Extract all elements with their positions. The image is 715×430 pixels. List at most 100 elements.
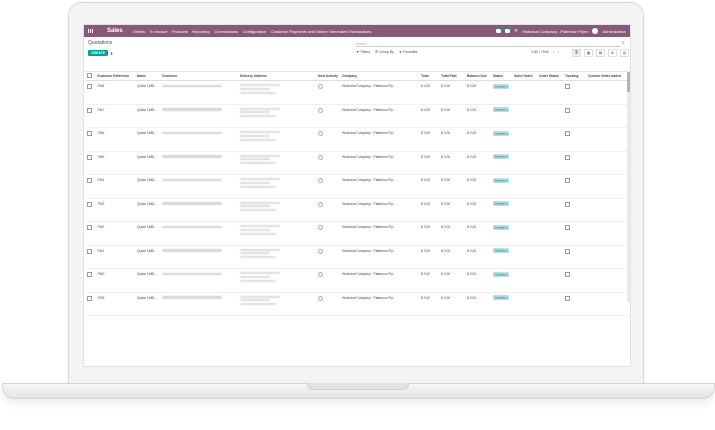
table-row[interactable]: 7941 Quote 1682... Historical Company - Pa…	[86, 245, 628, 269]
cell-next-activity[interactable]	[317, 198, 341, 222]
cell-delivery-blurred	[239, 268, 317, 293]
groupby-button[interactable]: ☰ Group By	[375, 50, 394, 54]
menu-orders[interactable]: Orders	[133, 29, 145, 34]
menu-commissions[interactable]: Commissions	[214, 29, 238, 34]
header-customer[interactable]: Customer	[161, 72, 239, 81]
scrollbar-thumb[interactable]	[627, 72, 630, 92]
pager-value[interactable]: 1-80 / 7949	[531, 50, 549, 54]
table-row[interactable]: 7943 Quote 1682... Historical Company - Pa…	[86, 198, 628, 222]
table-row[interactable]: 7947 Quote 1682... Historical Company - Pa…	[86, 104, 628, 128]
cell-next-activity[interactable]	[317, 245, 341, 269]
chat-icon[interactable]	[495, 27, 503, 33]
cell-next-activity[interactable]	[317, 151, 341, 175]
pager-prev-icon[interactable]: ‹	[553, 50, 554, 54]
search-input[interactable]: Search...	[356, 41, 620, 47]
favorites-button[interactable]: ★ Favorites	[399, 50, 418, 54]
table-row[interactable]: 7948 Quote 1682... Historical Company - Pa…	[86, 80, 628, 105]
cell-total-paid: $ 0.00	[440, 151, 466, 175]
cell-ref: 7943	[96, 198, 136, 222]
header-balance-due[interactable]: Balance Due	[466, 72, 492, 81]
cell-next-activity[interactable]	[317, 127, 341, 152]
cell-status: Quotation	[492, 268, 513, 293]
row-checkbox[interactable]	[86, 221, 96, 246]
header-status[interactable]: Status	[492, 72, 513, 81]
header-tracking[interactable]: Tracking	[564, 72, 587, 81]
row-checkbox[interactable]	[86, 245, 96, 269]
select-all-checkbox[interactable]	[86, 72, 96, 81]
graph-view-icon[interactable]: ▥	[620, 49, 629, 57]
table-row[interactable]: 7946 Quote 1682... Historical Company - Pa…	[86, 127, 628, 152]
cell-customer-blurred	[161, 268, 239, 293]
table-row[interactable]: 7942 Quote 1682... Historical Company - Pa…	[86, 221, 628, 246]
table-row[interactable]: 7939 Quote 1682... Historical Company - Pa…	[86, 292, 628, 316]
cell-total-paid: $ 0.00	[440, 174, 466, 199]
company-switcher[interactable]: Historical Company - Patterson Flynn	[522, 29, 588, 34]
cell-status: Quotation	[492, 104, 513, 128]
menu-products[interactable]: Products	[172, 29, 188, 34]
activity-icon[interactable]	[504, 27, 512, 33]
calendar-view-icon[interactable]: ▤	[596, 49, 605, 57]
kanban-view-icon[interactable]: ▦	[584, 49, 593, 57]
row-checkbox[interactable]	[86, 104, 96, 128]
list-view-icon[interactable]: ≣	[572, 49, 581, 57]
menu-reporting[interactable]: Reporting	[192, 29, 209, 34]
app-name[interactable]: Sales	[107, 28, 123, 34]
create-button[interactable]: CREATE	[88, 50, 109, 56]
table-row[interactable]: 7940 Quote 1682... Historical Company - Pa…	[86, 268, 628, 293]
user-menu[interactable]: Administrator	[602, 29, 626, 34]
row-checkbox[interactable]	[86, 127, 96, 152]
apps-menu-icon[interactable]	[88, 28, 93, 34]
row-checkbox[interactable]	[86, 198, 96, 222]
header-company[interactable]: Company	[341, 72, 420, 81]
cell-next-activity[interactable]	[317, 221, 341, 246]
cell-balance-due: $ 0.00	[466, 198, 492, 222]
status-badge: Quotation	[493, 201, 510, 206]
cell-total-paid: $ 0.00	[440, 268, 466, 293]
row-checkbox[interactable]	[86, 292, 96, 316]
cell-status: Quotation	[492, 292, 513, 316]
row-checkbox[interactable]	[86, 151, 96, 175]
menu-configuration[interactable]: Configuration	[243, 29, 267, 34]
header-sales-notes[interactable]: Sales Notes	[513, 72, 538, 81]
pivot-view-icon[interactable]: ⊞	[608, 49, 617, 57]
download-icon[interactable]: ⬇	[110, 51, 113, 56]
table-row[interactable]: 7945 Quote 1682... Historical Company - Pa…	[86, 151, 628, 175]
cell-delivery-blurred	[239, 245, 317, 269]
header-delivery-address[interactable]: Delivery Address	[239, 72, 317, 81]
cell-total: $ 0.00	[420, 292, 440, 316]
cell-balance-due: $ 0.00	[466, 104, 492, 128]
menu-to-invoice[interactable]: To Invoice	[149, 29, 167, 34]
cell-next-activity[interactable]	[317, 174, 341, 199]
cell-next-activity[interactable]	[317, 104, 341, 128]
cell-next-activity[interactable]	[317, 80, 341, 105]
row-checkbox[interactable]	[86, 174, 96, 199]
cell-delivery-blurred	[239, 80, 317, 105]
header-total-paid[interactable]: Total Paid	[440, 72, 466, 81]
search-icon[interactable]: ⌕	[622, 40, 625, 46]
header-next-activity[interactable]: Next Activity	[317, 72, 341, 81]
header-custom-notes[interactable]: Custom Notes added	[587, 72, 628, 81]
cell-name: Quote 1682...	[136, 104, 161, 128]
pager-next-icon[interactable]: ›	[558, 50, 559, 54]
header-customer-reference[interactable]: Customer Reference	[96, 72, 136, 81]
cell-next-activity[interactable]	[317, 268, 341, 293]
scrollbar-track[interactable]	[627, 72, 630, 302]
cell-total: $ 0.00	[420, 221, 440, 246]
menu-customer-payments[interactable]: Customer Payments and Online Generated T…	[271, 29, 372, 34]
header-order-status[interactable]: Order Status	[538, 72, 564, 81]
close-icon[interactable]: ✕	[514, 28, 518, 34]
breadcrumb: Quotations	[88, 40, 113, 46]
avatar[interactable]	[592, 28, 599, 34]
cell-name: Quote 1682...	[136, 268, 161, 293]
cell-sales-notes	[513, 127, 538, 152]
table-row[interactable]: 7944 Quote 1682... Historical Company - Pa…	[86, 174, 628, 199]
filters-button[interactable]: ▼ Filters	[356, 50, 370, 54]
cell-company: Historical Company - Patterson Fly...	[341, 127, 420, 152]
cell-total: $ 0.00	[420, 174, 440, 199]
header-total[interactable]: Total	[420, 72, 440, 81]
row-checkbox[interactable]	[86, 80, 96, 105]
status-badge: Quotation	[493, 295, 510, 300]
row-checkbox[interactable]	[86, 268, 96, 293]
header-name[interactable]: Name	[136, 72, 161, 81]
cell-next-activity[interactable]	[317, 292, 341, 316]
